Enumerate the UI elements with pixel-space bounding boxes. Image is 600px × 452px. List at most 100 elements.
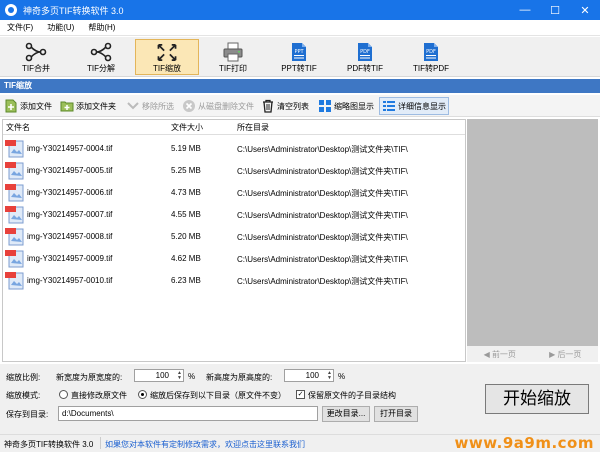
save-path-input[interactable]: d:\Documents\ xyxy=(58,406,318,421)
file-directory: C:\Users\Administrator\Desktop\测试文件夹\TIF… xyxy=(237,189,408,198)
ppt-file-icon: PPT xyxy=(292,43,306,61)
open-dir-button[interactable]: 打开目录 xyxy=(374,406,418,422)
menu-function[interactable]: 功能(U) xyxy=(40,22,81,33)
file-directory: C:\Users\Administrator\Desktop\测试文件夹\TIF… xyxy=(237,255,408,264)
height-ratio-value: 100 xyxy=(305,371,319,380)
toolbar-tif-print-button[interactable]: TIF打印 xyxy=(201,39,265,75)
close-button[interactable]: ✕ xyxy=(570,0,600,20)
table-row[interactable]: img-Y30214957-0007.tif 4.55 MB C:\Users\… xyxy=(3,203,465,225)
file-size: 5.19 MB xyxy=(171,144,201,153)
pdf-badge-text: PDF xyxy=(360,49,370,55)
table-row[interactable]: img-Y30214957-0008.tif 5.20 MB C:\Users\… xyxy=(3,225,465,247)
pdf-file-icon: PDF xyxy=(424,43,438,61)
remove-from-disk-label: 从磁盘删除文件 xyxy=(198,101,254,111)
menu-help[interactable]: 帮助(H) xyxy=(81,22,122,33)
main-toolbar: TIF合并 TIF分解 TIF缩放 TIF打印 PPT PPT转TIF PDF … xyxy=(0,37,600,77)
width-ratio-value: 100 xyxy=(155,371,169,380)
table-row[interactable]: img-Y30214957-0006.tif 4.73 MB C:\Users\… xyxy=(3,181,465,203)
column-header-filesize[interactable]: 文件大小 xyxy=(171,122,203,133)
tif-file-icon xyxy=(5,184,24,202)
detail-view-button[interactable]: 详细信息显示 xyxy=(379,97,449,115)
toolbar-tif-resize-label: TIF缩放 xyxy=(153,64,181,73)
change-dir-button[interactable]: 更改目录... xyxy=(322,406,370,422)
tif-file-icon xyxy=(5,140,24,158)
contact-link[interactable]: 如果您对本软件有定制修改需求，欢迎点击这里联系我们 xyxy=(105,439,305,450)
toolbar-tif-split-label: TIF分解 xyxy=(87,64,115,73)
spinner-arrows-icon[interactable]: ▲ ▼ xyxy=(327,371,332,381)
tif-file-icon xyxy=(5,206,24,224)
add-file-icon xyxy=(5,99,17,113)
file-directory: C:\Users\Administrator\Desktop\测试文件夹\TIF… xyxy=(237,233,408,242)
thumbnail-view-label: 缩略图显示 xyxy=(334,101,374,111)
delete-icon xyxy=(183,100,195,112)
prev-page-button[interactable]: ◀ 前一页 xyxy=(484,349,516,360)
remove-selected-icon xyxy=(127,102,139,110)
title-bar: 神奇多页TIF转换软件 3.0 — ☐ ✕ xyxy=(0,0,600,20)
file-name: img-Y30214957-0006.tif xyxy=(27,188,113,197)
table-row[interactable]: img-Y30214957-0010.tif 6.23 MB C:\Users\… xyxy=(3,269,465,291)
toolbar-pdf-to-tif-button[interactable]: PDF PDF转TIF xyxy=(333,39,397,75)
add-file-button[interactable]: 添加文件 xyxy=(4,97,52,115)
toolbar-ppt-to-tif-button[interactable]: PPT PPT转TIF xyxy=(267,39,331,75)
table-row[interactable]: img-Y30214957-0009.tif 4.62 MB C:\Users\… xyxy=(3,247,465,269)
width-unit: % xyxy=(188,372,196,381)
watermark-text: www.9a9m.com xyxy=(454,434,594,452)
status-divider xyxy=(100,437,101,449)
height-ratio-label: 新高度为原高度的: xyxy=(206,373,273,382)
column-header-directory[interactable]: 所在目录 xyxy=(237,122,269,133)
maximize-button[interactable]: ☐ xyxy=(540,0,570,20)
remove-selected-button[interactable]: 移除所选 xyxy=(126,97,174,115)
add-file-label: 添加文件 xyxy=(20,101,52,111)
toolbar-tif-merge-label: TIF合并 xyxy=(22,64,50,73)
toolbar-tif-print-label: TIF打印 xyxy=(219,64,247,73)
file-name: img-Y30214957-0007.tif xyxy=(27,210,113,219)
clear-list-label: 清空列表 xyxy=(277,101,309,111)
file-name: img-Y30214957-0010.tif xyxy=(27,276,113,285)
mode-save-label: 缩放后保存到以下目录（原文件不变） xyxy=(150,391,286,400)
start-resize-button[interactable]: 开始缩放 xyxy=(485,384,589,414)
ppt-badge-text: PPT xyxy=(294,49,304,55)
toolbar-tif-split-button[interactable]: TIF分解 xyxy=(69,39,133,75)
trash-icon xyxy=(263,99,273,113)
file-size: 5.25 MB xyxy=(171,166,201,175)
app-logo-icon xyxy=(5,4,17,16)
save-dir-label: 保存到目录: xyxy=(6,410,49,419)
table-row[interactable]: img-Y30214957-0004.tif 5.19 MB C:\Users\… xyxy=(3,137,465,159)
tif-file-icon xyxy=(5,228,24,246)
save-path-value: d:\Documents\ xyxy=(62,409,114,418)
window-title: 神奇多页TIF转换软件 3.0 xyxy=(23,5,124,16)
detail-view-label: 详细信息显示 xyxy=(398,101,446,111)
mode-label: 缩放模式: xyxy=(6,391,41,400)
clear-list-button[interactable]: 清空列表 xyxy=(261,97,309,115)
file-name: img-Y30214957-0009.tif xyxy=(27,254,113,263)
spinner-arrows-icon[interactable]: ▲ ▼ xyxy=(177,371,182,381)
file-list-header: 文件名 文件大小 所在目录 xyxy=(3,120,465,135)
keep-structure-checkbox[interactable]: ✓ xyxy=(296,390,305,399)
file-directory: C:\Users\Administrator\Desktop\测试文件夹\TIF… xyxy=(237,145,408,154)
file-list[interactable]: 文件名 文件大小 所在目录 img-Y30214957-0004.tif 5.1… xyxy=(2,119,466,362)
remove-from-disk-button[interactable]: 从磁盘删除文件 xyxy=(182,97,254,115)
add-folder-label: 添加文件夹 xyxy=(76,101,116,111)
next-page-button[interactable]: ▶ 后一页 xyxy=(549,349,581,360)
column-header-filename[interactable]: 文件名 xyxy=(6,122,30,133)
toolbar-tif-to-pdf-button[interactable]: PDF TIF转PDF xyxy=(399,39,463,75)
menu-file[interactable]: 文件(F) xyxy=(0,22,40,33)
mode-direct-radio[interactable] xyxy=(59,390,68,399)
minimize-button[interactable]: — xyxy=(510,0,540,20)
file-directory: C:\Users\Administrator\Desktop\测试文件夹\TIF… xyxy=(237,167,408,176)
preview-pager: ◀ 前一页 ▶ 后一页 xyxy=(467,346,598,362)
toolbar-tif-resize-button[interactable]: TIF缩放 xyxy=(135,39,199,75)
file-name: img-Y30214957-0005.tif xyxy=(27,166,113,175)
file-size: 4.55 MB xyxy=(171,210,201,219)
height-ratio-input[interactable]: 100 ▲ ▼ xyxy=(284,369,334,382)
toolbar-tif-merge-button[interactable]: TIF合并 xyxy=(4,39,68,75)
table-row[interactable]: img-Y30214957-0005.tif 5.25 MB C:\Users\… xyxy=(3,159,465,181)
thumbnail-view-button[interactable]: 缩略图显示 xyxy=(318,97,374,115)
width-ratio-input[interactable]: 100 ▲ ▼ xyxy=(134,369,184,382)
menu-bar: 文件(F) 功能(U) 帮助(H) xyxy=(0,20,600,36)
file-size: 6.23 MB xyxy=(171,276,201,285)
file-directory: C:\Users\Administrator\Desktop\测试文件夹\TIF… xyxy=(237,211,408,220)
mode-save-radio[interactable] xyxy=(138,390,147,399)
add-folder-button[interactable]: 添加文件夹 xyxy=(60,97,116,115)
keep-structure-label: 保留原文件的子目录结构 xyxy=(308,391,396,400)
